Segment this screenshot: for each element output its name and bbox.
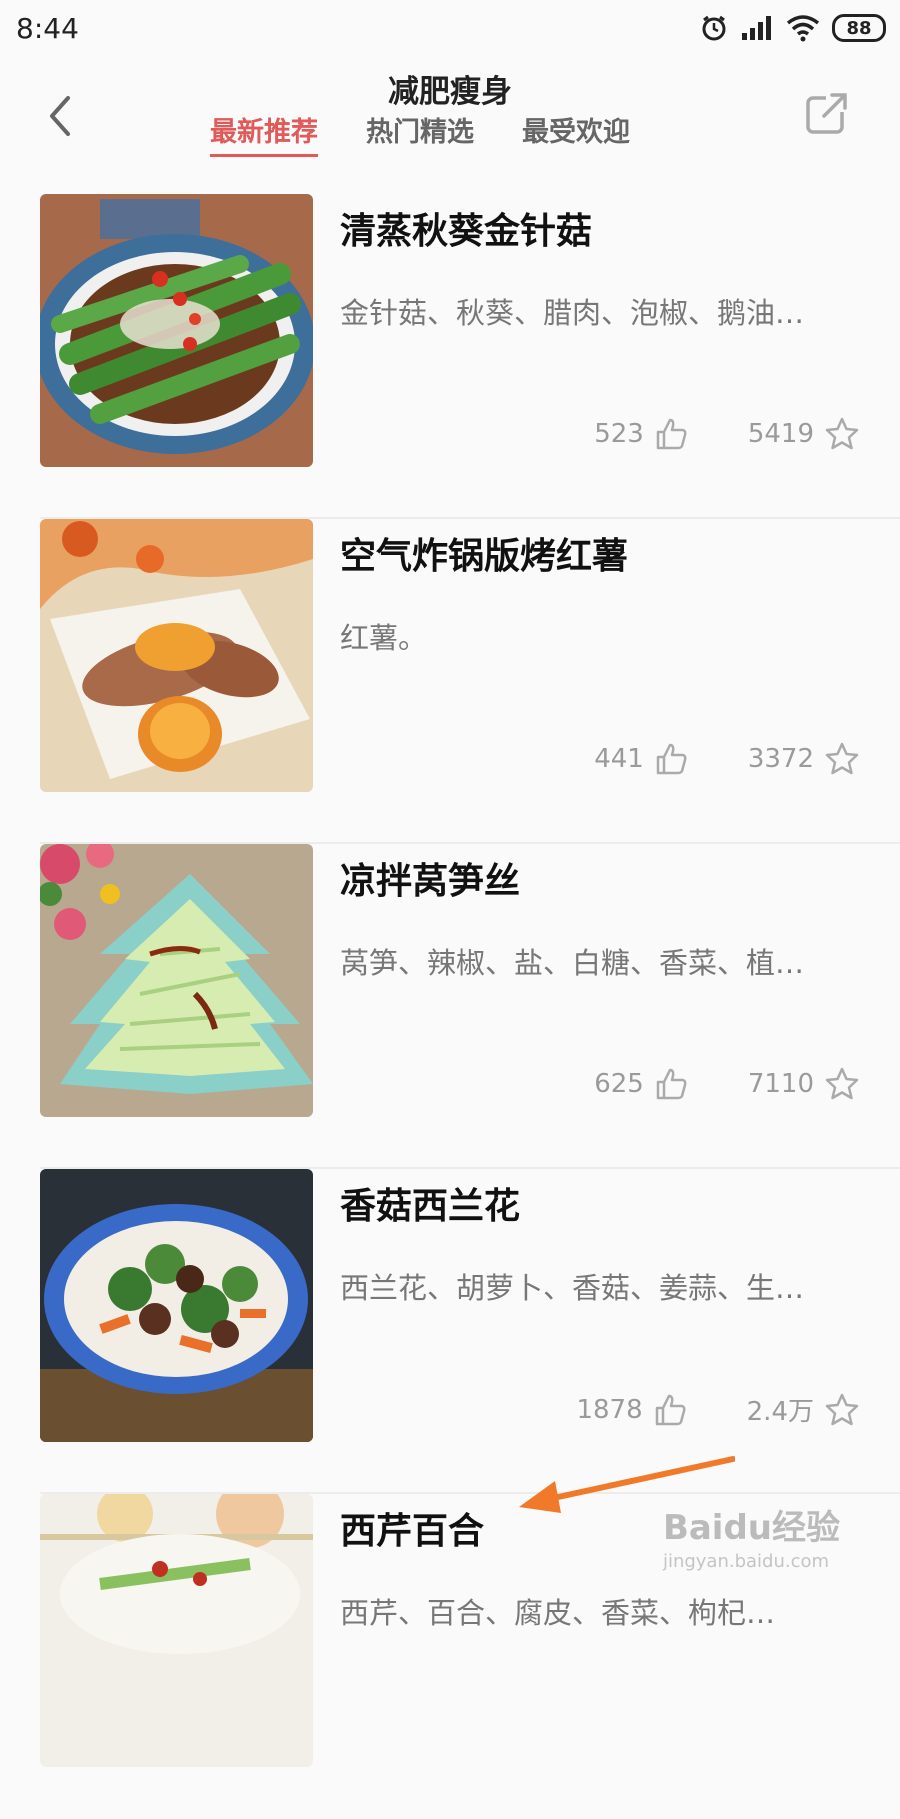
recipe-stats: 1878 2.4万: [576, 1391, 860, 1428]
favorites-count: 7110: [747, 1069, 814, 1099]
recipe-name: 香菇西兰花: [340, 1186, 521, 1227]
recipe-name: 凉拌莴笋丝: [340, 861, 521, 902]
recipe-ingredients: 红薯。: [340, 621, 428, 655]
watermark-url: jingyan.baidu.com: [662, 1551, 830, 1572]
recipe-stats: 625 7110: [594, 1066, 860, 1102]
star-icon[interactable]: [824, 416, 860, 452]
recipe-photo-celery-lily: [40, 1494, 313, 1767]
star-icon[interactable]: [824, 1392, 860, 1428]
recipe-item[interactable]: 清蒸秋葵金针菇 金针菇、秋葵、腊肉、泡椒、鹅油… 523 5419: [0, 194, 900, 519]
status-icons: 88: [700, 14, 886, 42]
recipe-stats: 523 5419: [594, 416, 860, 452]
recipe-name: 清蒸秋葵金针菇: [340, 211, 593, 252]
status-bar: 8:44 88: [0, 0, 900, 60]
thumbs-up-icon[interactable]: [654, 1067, 688, 1101]
page-title: 减肥瘦身: [388, 74, 512, 110]
recipe-list: 清蒸秋葵金针菇 金针菇、秋葵、腊肉、泡椒、鹅油… 523 5419 空气炸锅版烤…: [0, 194, 900, 1819]
recipe-item[interactable]: 凉拌莴笋丝 莴笋、辣椒、盐、白糖、香菜、植… 625 7110: [0, 844, 900, 1169]
thumbs-up-icon[interactable]: [653, 1393, 687, 1427]
favorites-count: 2.4万: [746, 1397, 814, 1427]
watermark: Baidu经验 jingyan.baidu.com: [663, 1500, 840, 1572]
recipe-item[interactable]: 空气炸锅版烤红薯 红薯。 441 3372: [0, 519, 900, 844]
header: 减肥瘦身 最新推荐 热门精选 最受欢迎: [0, 60, 900, 170]
recipe-photo-broccoli: [40, 1169, 313, 1442]
battery-indicator: 88: [832, 14, 886, 42]
watermark-brand: Baidu经验: [662, 1508, 840, 1548]
tab-hot[interactable]: 热门精选: [366, 110, 474, 157]
star-icon[interactable]: [824, 1066, 860, 1102]
recipe-stats: 441 3372: [594, 741, 860, 777]
tab-latest[interactable]: 最新推荐: [210, 110, 318, 157]
star-icon[interactable]: [824, 741, 860, 777]
recipe-name: 西芹百合: [340, 1511, 485, 1552]
likes-count: 523: [594, 419, 644, 449]
recipe-photo-okra: [40, 194, 313, 467]
recipe-ingredients: 金针菇、秋葵、腊肉、泡椒、鹅油…: [340, 296, 805, 330]
recipe-ingredients: 西兰花、胡萝卜、香菇、姜蒜、生…: [340, 1271, 805, 1305]
recipe-item[interactable]: 香菇西兰花 西兰花、胡萝卜、香菇、姜蒜、生… 1878 2.4万: [0, 1169, 900, 1494]
recipe-ingredients: 莴笋、辣椒、盐、白糖、香菜、植…: [340, 946, 805, 980]
tab-popular[interactable]: 最受欢迎: [522, 110, 630, 157]
alarm-icon: [702, 15, 726, 41]
recipe-photo-sweet-potato: [40, 519, 313, 792]
favorites-count: 3372: [747, 744, 814, 774]
wifi-icon: [786, 15, 820, 42]
likes-count: 625: [594, 1069, 644, 1099]
tab-bar: 最新推荐 热门精选 最受欢迎: [210, 110, 630, 157]
signal-icon: [742, 16, 771, 40]
thumbs-up-icon[interactable]: [654, 742, 688, 776]
status-time: 8:44: [16, 12, 79, 45]
share-icon[interactable]: [804, 90, 850, 136]
recipe-name: 空气炸锅版烤红薯: [340, 536, 629, 577]
recipe-photo-lettuce-strips: [40, 844, 313, 1117]
favorites-count: 5419: [747, 419, 814, 449]
likes-count: 1878: [576, 1394, 643, 1425]
likes-count: 441: [594, 744, 644, 774]
thumbs-up-icon[interactable]: [654, 417, 688, 451]
recipe-ingredients: 西芹、百合、腐皮、香菜、枸杞…: [340, 1596, 776, 1630]
